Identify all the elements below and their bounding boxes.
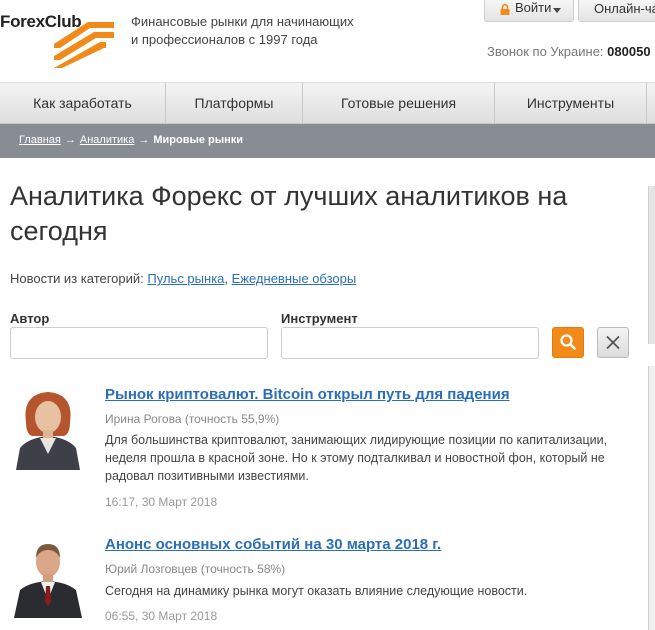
breadcrumb-current: Мировые рынки — [153, 134, 244, 146]
breadcrumb-bar: Главная → Аналитика → Мировые рынки — [0, 124, 655, 158]
tagline: Финансовые рынки для начинающих и профес… — [131, 13, 354, 49]
login-label: Войти — [515, 0, 552, 15]
author-input[interactable] — [10, 327, 268, 359]
article-title-link[interactable]: Рынок криптовалют. Bitcoin открыл путь д… — [105, 386, 510, 403]
nav-item-tools[interactable]: Инструменты — [494, 83, 646, 124]
article-date: 16:17, 30 Март 2018 — [105, 495, 218, 509]
phone-number[interactable]: 080050 — [607, 44, 650, 59]
page-title: Аналитика Форекс от лучших аналитиков на… — [10, 181, 568, 246]
breadcrumb-separator: → — [138, 134, 150, 146]
author-label: Автор — [10, 311, 50, 326]
article-excerpt: Для большинства криптовалют, занимающих … — [105, 433, 608, 483]
breadcrumb-separator: → — [64, 134, 76, 146]
article-title-link[interactable]: Анонс основных событий на 30 марта 2018 … — [105, 536, 441, 553]
close-icon — [606, 335, 620, 350]
login-button[interactable]: Войти — [484, 0, 574, 22]
phone-info: Звонок по Украине: 080050 — [487, 44, 651, 59]
instrument-input[interactable] — [281, 327, 539, 359]
clear-button[interactable] — [597, 327, 629, 358]
nav-item-more[interactable] — [646, 83, 655, 124]
categories-prefix: Новости из категорий: — [10, 271, 144, 286]
breadcrumb: Главная → Аналитика → Мировые рынки — [19, 134, 243, 146]
search-button[interactable] — [552, 327, 584, 358]
tagline-line-2: и профессионалов с 1997 года — [131, 32, 318, 47]
sidebar-fragment — [648, 366, 655, 630]
category-link-pulse[interactable]: Пульс рынка — [147, 271, 224, 286]
main-nav: Как заработать Платформы Готовые решения… — [0, 82, 655, 124]
lock-icon — [500, 4, 510, 15]
article-date: 06:55, 30 Март 2018 — [105, 609, 218, 623]
article-excerpt: Сегодня на динамику рынка могут оказать … — [105, 584, 528, 598]
avatar[interactable] — [10, 384, 86, 470]
chat-button[interactable]: Онлайн-чат — [578, 0, 655, 22]
nav-item-solutions[interactable]: Готовые решения — [302, 83, 494, 124]
sidebar-fragment — [648, 186, 655, 344]
category-filter: Новости из категорий: Пульс рынка, Ежедн… — [10, 271, 357, 286]
phone-label: Звонок по Украине: — [487, 44, 604, 59]
nav-item-earn[interactable]: Как заработать — [0, 83, 165, 124]
instrument-label: Инструмент — [281, 311, 358, 326]
nav-item-platforms[interactable]: Платформы — [165, 83, 302, 124]
logo-stripes-icon — [54, 22, 114, 68]
article-author: Ирина Рогова (точность 55,9%) — [105, 412, 280, 426]
article-item: Рынок криптовалют. Bitcoin открыл путь д… — [0, 376, 640, 516]
site-header: ForexClub Финансовые рынки для начинающи… — [0, 0, 655, 82]
breadcrumb-analytics[interactable]: Аналитика — [80, 134, 134, 146]
category-link-daily[interactable]: Ежедневные обзоры — [232, 271, 357, 286]
chevron-down-icon — [553, 8, 561, 13]
avatar[interactable] — [10, 536, 86, 618]
article-author: Юрий Лозговцев (точность 58%) — [105, 562, 286, 576]
article-item: Анонс основных событий на 30 марта 2018 … — [0, 526, 640, 630]
breadcrumb-home[interactable]: Главная — [19, 134, 61, 146]
tagline-line-1: Финансовые рынки для начинающих — [131, 14, 354, 29]
search-icon — [560, 334, 576, 350]
